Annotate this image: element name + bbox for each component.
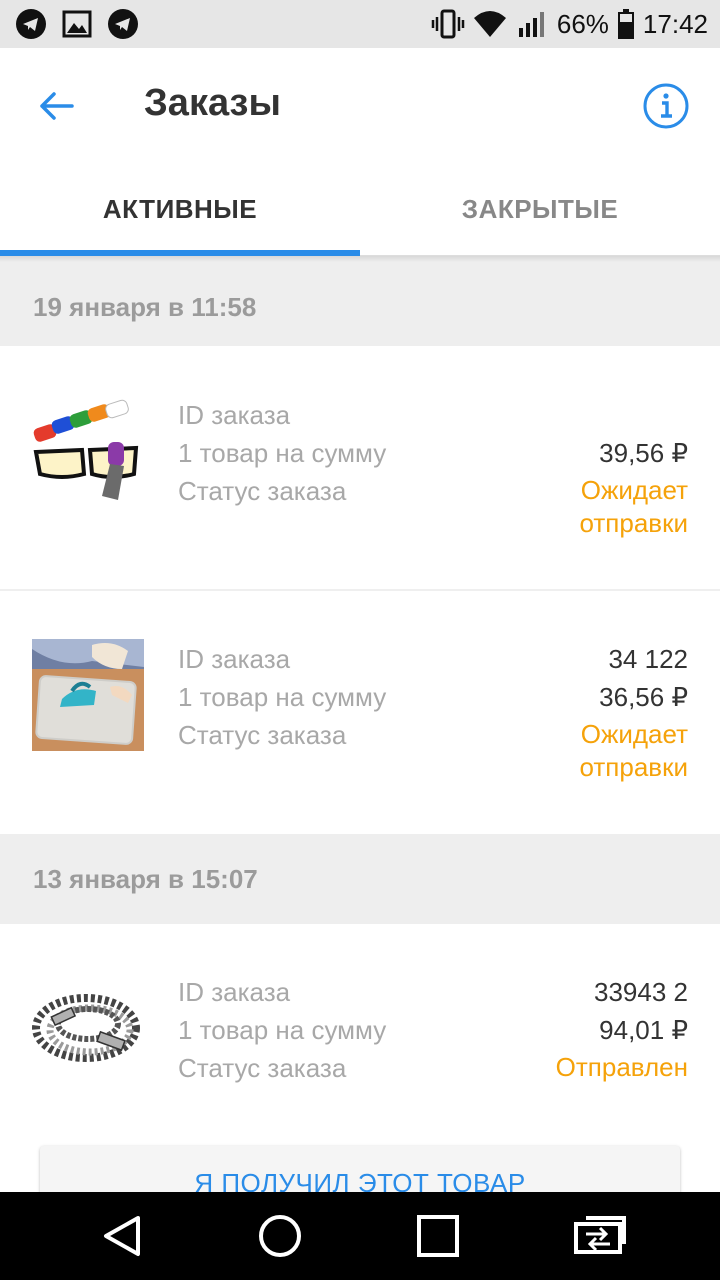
recents-square-icon[interactable]: [414, 1212, 462, 1260]
order-sum-label: 1 товар на сумму: [178, 1015, 387, 1045]
home-circle-icon[interactable]: [256, 1212, 304, 1260]
battery-percent: 66%: [556, 8, 609, 39]
order-card[interactable]: ID заказа 1 товар на сумму Статус заказа…: [0, 591, 720, 834]
product-thumbnail: [32, 396, 144, 508]
order-price: 36,56 ₽: [599, 682, 688, 712]
order-id-value: 34 122: [608, 644, 688, 674]
order-id-label: ID заказа: [178, 400, 291, 430]
order-id-value: [579, 396, 688, 434]
tab-closed[interactable]: ЗАКРЫТЫЕ: [360, 162, 720, 256]
switch-icon[interactable]: [572, 1212, 628, 1260]
order-id-value: 33943 2: [594, 977, 688, 1007]
order-status: Ожидает отправки: [579, 474, 688, 540]
date-header: 13 января в 15:07: [0, 834, 720, 924]
telegram-icon: [14, 7, 48, 41]
order-status-line: отправки: [579, 508, 688, 538]
product-thumbnail: [32, 972, 144, 1084]
tab-bar: АКТИВНЫЕ ЗАКРЫТЫЕ: [0, 162, 720, 256]
order-sum-label: 1 товар на сумму: [178, 682, 387, 712]
telegram-icon: [106, 7, 140, 41]
order-sum-label: 1 товар на сумму: [178, 438, 387, 468]
order-status-label: Статус заказа: [178, 720, 347, 750]
app-toolbar: Заказы: [0, 48, 720, 162]
system-nav-bar: [0, 1192, 720, 1280]
arrow-left-icon: [40, 92, 74, 120]
battery-icon: [617, 7, 635, 41]
order-status-line: Ожидает: [580, 475, 688, 505]
page-title: Заказы: [144, 82, 281, 124]
order-status-label: Статус заказа: [178, 476, 347, 506]
order-card[interactable]: ID заказа 1 товар на сумму Статус заказа…: [0, 346, 720, 590]
wifi-icon: [473, 7, 507, 41]
signal-icon: [515, 7, 549, 41]
date-header: 19 января в 11:58: [0, 262, 720, 352]
tab-active[interactable]: АКТИВНЫЕ: [0, 162, 360, 256]
order-price: 39,56 ₽: [599, 438, 688, 468]
back-button[interactable]: [30, 80, 82, 132]
order-status: Ожидает отправки: [579, 718, 688, 784]
status-bar: 66% 17:42: [0, 0, 720, 48]
order-status: Отправлен: [556, 1051, 688, 1084]
order-status-line: Ожидает: [580, 719, 688, 749]
order-status-line: Отправлен: [555, 1052, 688, 1082]
order-id-label: ID заказа: [178, 977, 291, 1007]
vibrate-icon: [431, 7, 465, 41]
order-id-label: ID заказа: [178, 644, 291, 674]
image-icon: [60, 7, 94, 41]
info-icon: [643, 83, 689, 129]
clock: 17:42: [642, 8, 708, 39]
order-price: 94,01 ₽: [599, 1015, 688, 1045]
info-button[interactable]: [642, 82, 690, 130]
product-thumbnail: [32, 639, 144, 751]
back-triangle-icon[interactable]: [98, 1212, 146, 1260]
order-status-line: отправки: [579, 752, 688, 782]
order-status-label: Статус заказа: [178, 1053, 347, 1083]
